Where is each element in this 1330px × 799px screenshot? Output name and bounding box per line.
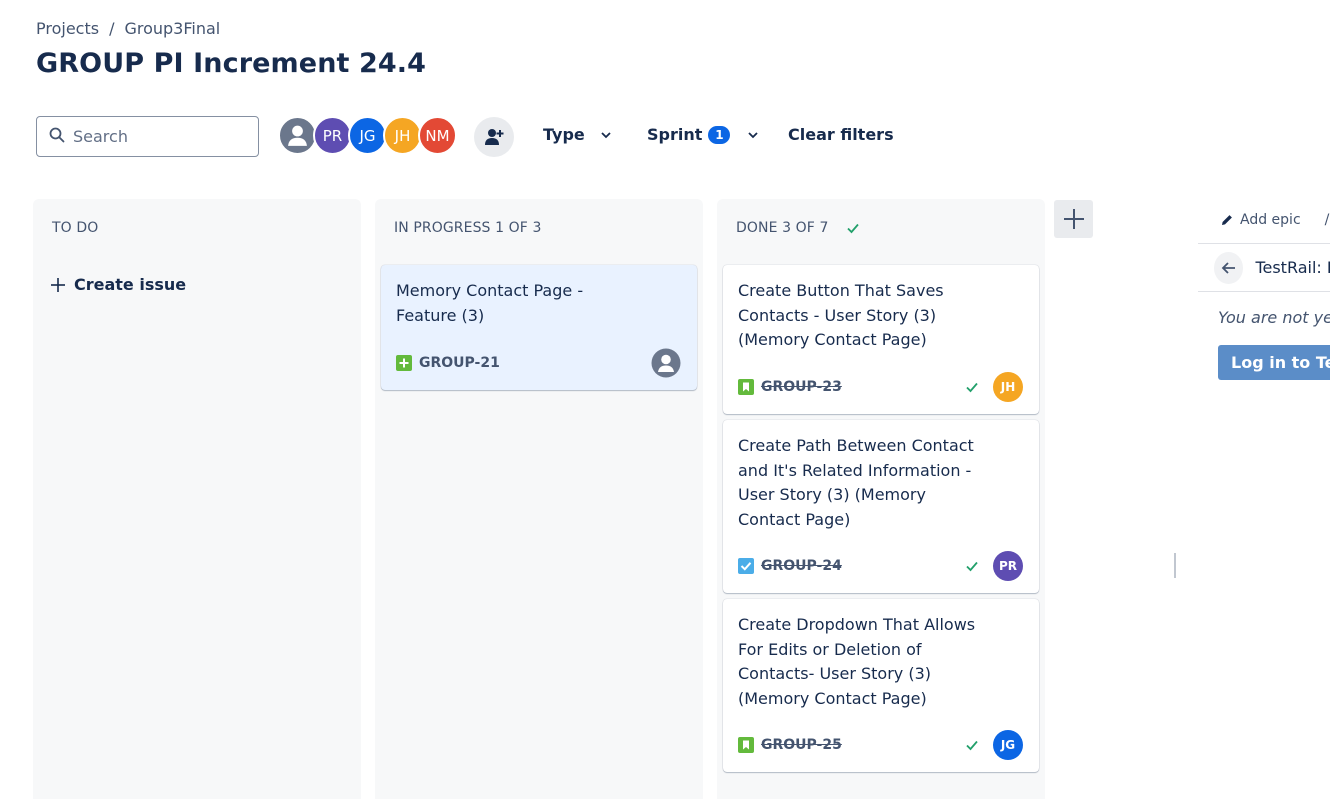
card-footer: GROUP-24 PR bbox=[738, 551, 1023, 581]
issue-card[interactable]: Create Path Between Contact and It's Rel… bbox=[723, 420, 1039, 593]
search-input[interactable] bbox=[73, 127, 253, 146]
panel-resize-handle[interactable] bbox=[1174, 553, 1176, 578]
assignee-avatar[interactable]: JG bbox=[993, 730, 1023, 760]
card-title: Create Dropdown That Allows For Edits or… bbox=[738, 615, 976, 708]
sprint-count-badge: 1 bbox=[708, 125, 731, 144]
unassigned-avatar-icon[interactable] bbox=[651, 348, 681, 378]
column-title: TO DO bbox=[52, 220, 99, 236]
issue-card[interactable]: Create Dropdown That Allows For Edits or… bbox=[723, 599, 1039, 772]
side-panel: Add epic / TestRail: R You are not yet L… bbox=[1198, 196, 1330, 799]
testrail-login-button[interactable]: Log in to Test bbox=[1218, 345, 1330, 380]
chevron-down-icon bbox=[601, 131, 611, 138]
done-check-icon bbox=[965, 380, 979, 394]
assignee-avatar[interactable]: JH bbox=[993, 372, 1023, 402]
issue-key[interactable]: GROUP-24 bbox=[761, 558, 842, 574]
done-check-icon bbox=[965, 559, 979, 573]
add-epic-button[interactable]: Add epic / bbox=[1198, 196, 1330, 244]
check-icon bbox=[847, 223, 860, 234]
add-person-icon bbox=[485, 129, 504, 145]
avatar-group: PR JG JH NM bbox=[278, 116, 457, 156]
avatar-jh[interactable]: JH bbox=[383, 116, 422, 155]
search-icon bbox=[49, 127, 65, 147]
issue-card[interactable]: Create Button That Saves Contacts - User… bbox=[723, 265, 1039, 414]
clear-filters-button[interactable]: Clear filters bbox=[788, 125, 894, 144]
card-footer: GROUP-21 bbox=[396, 348, 681, 378]
story-bookmark-icon bbox=[738, 737, 754, 753]
avatar-pr[interactable]: PR bbox=[313, 116, 352, 155]
breadcrumb-separator: / bbox=[109, 19, 115, 38]
add-people-button[interactable] bbox=[474, 117, 514, 157]
user-icon bbox=[280, 118, 315, 153]
task-checkbox-icon bbox=[738, 558, 754, 574]
card-title: Create Button That Saves Contacts - User… bbox=[738, 281, 944, 349]
column-in-progress: IN PROGRESS 1 OF 3 Memory Contact Page -… bbox=[375, 199, 703, 799]
column-done: DONE 3 OF 7 Create Button That Saves Con… bbox=[717, 199, 1045, 799]
card-title: Create Path Between Contact and It's Rel… bbox=[738, 436, 974, 529]
avatar-nm[interactable]: NM bbox=[418, 116, 457, 155]
breadcrumb-projects[interactable]: Projects bbox=[36, 19, 99, 38]
issue-key[interactable]: GROUP-25 bbox=[761, 737, 842, 753]
column-title: IN PROGRESS 1 OF 3 bbox=[394, 220, 542, 236]
issue-key[interactable]: GROUP-21 bbox=[419, 355, 500, 371]
feature-plus-icon bbox=[396, 355, 412, 371]
plus-icon bbox=[1063, 209, 1084, 229]
card-footer: GROUP-25 JG bbox=[738, 730, 1023, 760]
card-footer: GROUP-23 JH bbox=[738, 372, 1023, 402]
story-bookmark-icon bbox=[738, 379, 754, 395]
arrow-left-icon bbox=[1221, 261, 1235, 274]
breadcrumb-project[interactable]: Group3Final bbox=[124, 19, 220, 38]
avatar-unassigned[interactable] bbox=[278, 116, 317, 155]
page-title: GROUP PI Increment 24.4 bbox=[36, 48, 427, 79]
sprint-filter[interactable]: Sprint 1 bbox=[647, 125, 760, 144]
add-column-button[interactable] bbox=[1054, 200, 1093, 238]
column-title: DONE 3 OF 7 bbox=[736, 220, 860, 236]
pencil-icon bbox=[1222, 214, 1232, 225]
type-filter[interactable]: Type bbox=[543, 125, 613, 144]
plus-icon bbox=[51, 277, 65, 292]
search-box[interactable] bbox=[36, 116, 259, 157]
card-title: Memory Contact Page - Feature (3) bbox=[396, 281, 584, 325]
column-todo: TO DO Create issue bbox=[33, 199, 361, 799]
done-check-icon bbox=[965, 738, 979, 752]
issue-key[interactable]: GROUP-23 bbox=[761, 379, 842, 395]
chevron-down-icon bbox=[748, 131, 759, 138]
breadcrumb: Projects / Group3Final bbox=[36, 19, 220, 38]
create-issue-button[interactable]: Create issue bbox=[50, 275, 186, 294]
assignee-avatar[interactable]: PR bbox=[993, 551, 1023, 581]
back-button[interactable] bbox=[1214, 251, 1244, 284]
issue-card[interactable]: Memory Contact Page - Feature (3) GROUP-… bbox=[381, 265, 697, 390]
testrail-title: TestRail: R bbox=[1255, 258, 1330, 277]
testrail-header: TestRail: R bbox=[1198, 244, 1330, 292]
testrail-message: You are not yet bbox=[1218, 308, 1330, 327]
avatar-jg[interactable]: JG bbox=[348, 116, 387, 155]
